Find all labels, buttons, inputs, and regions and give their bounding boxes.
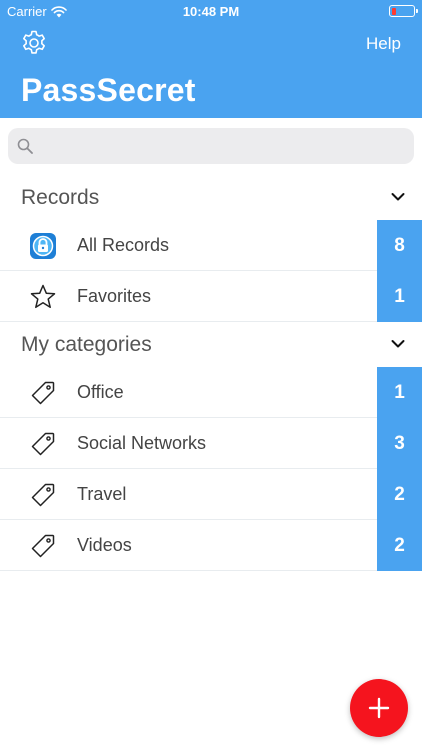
page-title: PassSecret [21, 72, 196, 108]
categories-section-header[interactable]: My categories [0, 325, 422, 365]
category-item-videos[interactable]: Videos 2 [0, 520, 422, 571]
search-bar[interactable] [8, 128, 414, 164]
battery-icon [389, 5, 418, 17]
row-label: All Records [77, 235, 170, 255]
add-record-button[interactable] [350, 679, 408, 737]
count-badge: 8 [377, 220, 422, 271]
category-item-travel[interactable]: Travel 2 [0, 469, 422, 520]
chevron-down-icon[interactable] [391, 192, 405, 202]
row-label: Office [77, 382, 124, 402]
search-input[interactable] [40, 128, 406, 164]
row-label: Favorites [77, 286, 152, 306]
tag-icon [31, 432, 55, 456]
row-label: Social Networks [77, 433, 207, 453]
star-icon [30, 284, 56, 309]
records-section-header[interactable]: Records [0, 178, 422, 218]
settings-gear-icon[interactable] [20, 29, 48, 57]
sidebar-item-all-records[interactable]: All Records 8 [0, 220, 422, 271]
app-screen: Carrier 10:48 PM Help PassSecret Records… [0, 0, 422, 750]
category-item-social-networks[interactable]: Social Networks 3 [0, 418, 422, 469]
records-section-title: Records [21, 186, 100, 209]
count-badge: 2 [377, 520, 422, 571]
search-icon [17, 138, 33, 154]
count-badge: 3 [377, 418, 422, 469]
tag-icon [31, 381, 55, 405]
row-label: Videos [77, 535, 132, 555]
header: Carrier 10:48 PM Help PassSecret [0, 0, 422, 118]
status-time: 10:48 PM [182, 4, 240, 19]
categories-section-title: My categories [21, 333, 152, 356]
category-item-office[interactable]: Office 1 [0, 367, 422, 418]
tag-icon [31, 483, 55, 507]
count-badge: 1 [377, 367, 422, 418]
sidebar-item-favorites[interactable]: Favorites 1 [0, 271, 422, 322]
battery-level [391, 7, 396, 15]
lock-app-icon [30, 233, 56, 259]
status-bar: Carrier 10:48 PM [0, 0, 422, 22]
count-badge: 2 [377, 469, 422, 520]
plus-icon [368, 697, 390, 719]
help-button[interactable]: Help [366, 34, 401, 54]
count-badge: 1 [377, 271, 422, 322]
row-label: Travel [77, 484, 127, 504]
tag-icon [31, 534, 55, 558]
chevron-down-icon[interactable] [391, 339, 405, 349]
